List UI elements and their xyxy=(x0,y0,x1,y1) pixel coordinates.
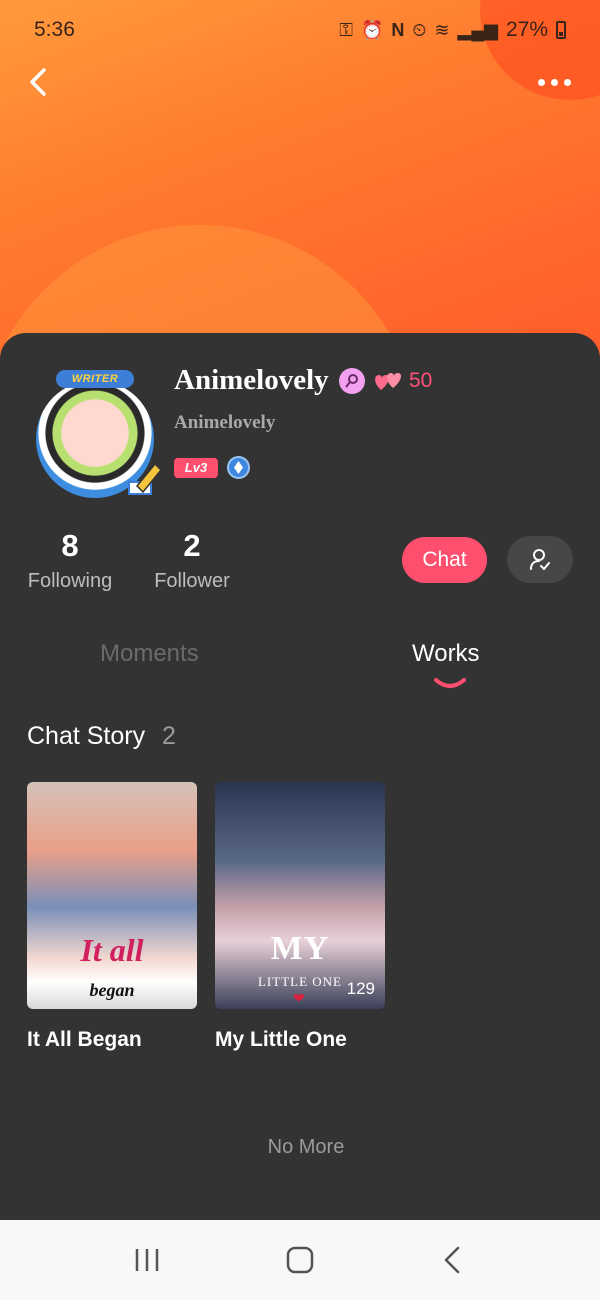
signal-icon: ▂▄▆ xyxy=(457,19,498,40)
status-bar: 5:36 ⚿ ⏰ N ⏲ ≋ ▂▄▆ 27% xyxy=(0,0,600,60)
battery-percent: 27% xyxy=(505,18,548,41)
add-friend-icon xyxy=(530,548,550,570)
recent-apps-icon xyxy=(135,1249,158,1271)
avatar[interactable]: WRITER xyxy=(28,370,163,498)
cover-title-line2: began xyxy=(89,980,135,1000)
back-button[interactable] xyxy=(22,62,62,102)
story-title: It All Began xyxy=(27,1028,142,1051)
follower-label: Follower xyxy=(154,570,230,592)
story-cover: MY LITTLE ONE ❤ 129 xyxy=(215,782,385,1009)
story-title: My Little One xyxy=(215,1028,347,1051)
story-card[interactable]: It all began It All Began xyxy=(27,782,197,1052)
follow-button[interactable] xyxy=(507,536,573,583)
female-icon xyxy=(339,368,365,394)
key-icon: ⚿ xyxy=(339,19,353,40)
home-button[interactable] xyxy=(270,1230,330,1290)
system-navigation-bar xyxy=(0,1220,600,1300)
wifi-icon: ≋ xyxy=(434,19,450,40)
battery-icon xyxy=(556,21,566,39)
more-dots-icon xyxy=(537,78,545,86)
verified-icon xyxy=(227,456,250,479)
chevron-left-icon xyxy=(30,68,46,96)
system-back-button[interactable] xyxy=(423,1230,483,1290)
following-count: 8 xyxy=(61,528,79,563)
section-title: Chat Story xyxy=(27,722,146,750)
back-arrow-icon xyxy=(445,1246,460,1274)
view-count: 129 xyxy=(346,979,375,998)
hearts-icon xyxy=(375,373,401,390)
more-options-button[interactable] xyxy=(534,68,574,96)
hearts-count: 50 xyxy=(409,369,433,392)
end-of-list-text: No More xyxy=(267,1136,345,1158)
active-tab-indicator xyxy=(434,678,466,688)
pen-icon xyxy=(128,462,163,495)
tab-works[interactable]: Works xyxy=(412,640,480,668)
home-icon xyxy=(286,1246,314,1274)
profile-handle: Animelovely xyxy=(174,412,276,433)
following-label: Following xyxy=(27,570,113,592)
cover-title-line1: MY xyxy=(270,930,330,967)
more-dot xyxy=(563,78,571,86)
following-stat[interactable]: 8 Following xyxy=(26,528,114,593)
more-dot xyxy=(550,78,558,86)
chat-button[interactable]: Chat xyxy=(402,537,487,583)
writer-badge: WRITER xyxy=(56,370,134,388)
section-count: 2 xyxy=(162,722,176,750)
story-card[interactable]: MY LITTLE ONE ❤ 129 My Little One xyxy=(215,782,385,1052)
alarm-icon: ⏰ xyxy=(360,19,384,40)
story-cover: It all began xyxy=(27,782,197,1009)
heart-icon: ❤ xyxy=(293,990,305,1006)
clock-icon: ⏲ xyxy=(412,19,427,40)
status-time: 5:36 xyxy=(34,18,75,41)
level-badge: Lv3 xyxy=(174,458,218,478)
tab-moments[interactable]: Moments xyxy=(100,640,199,668)
nfc-icon: N xyxy=(391,19,405,40)
cover-title-line1: It all xyxy=(80,932,144,968)
follower-stat[interactable]: 2 Follower xyxy=(150,528,234,593)
status-icons: ⚿ ⏰ N ⏲ ≋ ▂▄▆ 27% xyxy=(339,18,566,42)
follower-count: 2 xyxy=(183,528,201,563)
recent-apps-button[interactable] xyxy=(117,1230,177,1290)
profile-name: Animelovely xyxy=(174,364,329,396)
